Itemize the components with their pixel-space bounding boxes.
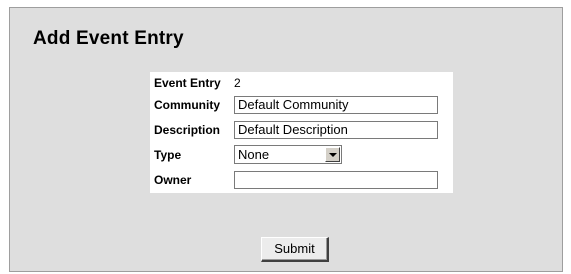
chevron-down-icon[interactable]	[325, 147, 340, 162]
owner-input[interactable]	[234, 170, 438, 189]
form-row-community: Community	[152, 93, 451, 116]
event-entry-label: Event Entry	[154, 75, 221, 90]
add-event-panel: Add Event Entry Event Entry 2 Community …	[9, 7, 563, 272]
page-title: Add Event Entry	[33, 28, 184, 49]
form-row-event-entry: Event Entry 2	[152, 74, 451, 91]
type-label: Type	[154, 147, 182, 162]
form-row-owner: Owner	[152, 168, 451, 191]
form-row-type: Type None	[152, 143, 451, 166]
type-select[interactable]: None	[234, 145, 342, 164]
event-entry-form: Event Entry 2 Community Description Type…	[150, 72, 453, 193]
community-input[interactable]	[234, 95, 438, 114]
community-label: Community	[154, 97, 220, 112]
event-entry-value: 2	[234, 75, 241, 90]
type-select-value: None	[238, 147, 270, 162]
owner-label: Owner	[154, 172, 192, 187]
description-input[interactable]	[234, 120, 438, 139]
description-label: Description	[154, 122, 221, 137]
form-row-description: Description	[152, 118, 451, 141]
submit-button[interactable]: Submit	[261, 237, 329, 262]
